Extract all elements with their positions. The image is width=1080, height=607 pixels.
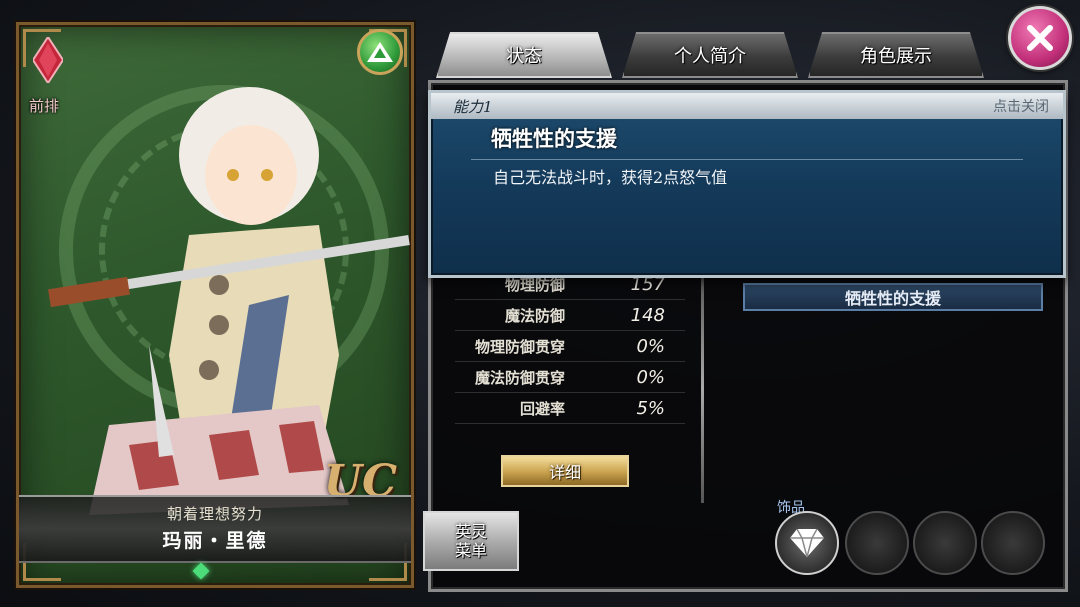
stat-value: 0% (636, 335, 665, 357)
tab-profile[interactable]: 个人简介 (622, 32, 798, 78)
stat-value: 5% (636, 397, 665, 419)
ability-popup[interactable]: 能力1 点击关闭 牺牲性的支援 自己无法战斗时，获得2点怒气值 (428, 90, 1066, 278)
stat-label: 回避率 (519, 399, 565, 418)
stat-label: 魔法防御贯穿 (474, 368, 565, 387)
position-label: 前排 (29, 97, 60, 115)
stat-label: 魔法防御 (504, 306, 565, 325)
stat-row: 回避率 5% (455, 393, 685, 424)
stat-row: 魔法防御贯穿 0% (455, 362, 685, 393)
stat-label: 物理防御贯穿 (474, 337, 565, 356)
stats-table: 物理防御 157 魔法防御 148 物理防御贯穿 0% 魔法防御贯穿 0% 回避… (455, 269, 685, 424)
red-gem-icon (33, 37, 63, 83)
accessory-slot-empty[interactable] (845, 511, 909, 575)
ability-label: 能力1 (453, 97, 493, 116)
accessory-slot-diamond[interactable] (775, 511, 839, 575)
ability-title: 牺牲性的支援 (491, 126, 617, 151)
divider (701, 273, 704, 503)
tab-status[interactable]: 状态 (436, 32, 612, 78)
tab-showcase[interactable]: 角色展示 (808, 32, 984, 78)
close-icon (1027, 25, 1053, 51)
popup-header: 能力1 点击关闭 (431, 93, 1063, 119)
character-card[interactable]: 前排 UC 朝着理想努力 玛丽・里德 (16, 22, 414, 588)
stat-value: 148 (630, 304, 665, 326)
hero-menu-label: 英灵 菜单 (454, 522, 487, 560)
stat-value: 0% (636, 366, 665, 388)
accessory-slot-empty[interactable] (913, 511, 977, 575)
tap-to-close-hint[interactable]: 点击关闭 (993, 96, 1049, 116)
skill-tag[interactable]: 牺牲性的支援 (743, 283, 1043, 311)
name-banner: 朝着理想努力 玛丽・里德 (19, 495, 411, 563)
stat-row: 魔法防御 148 (455, 300, 685, 331)
detail-button[interactable]: 详细 (501, 455, 629, 487)
close-button[interactable] (1008, 6, 1072, 70)
divider (471, 159, 1023, 160)
mountain-icon (357, 29, 403, 75)
character-name: 玛丽・里德 (162, 530, 268, 552)
stat-row: 物理防御贯穿 0% (455, 331, 685, 362)
diamond-icon (790, 529, 824, 557)
ability-description: 自己无法战斗时，获得2点怒气值 (493, 168, 728, 187)
hero-menu-button[interactable]: 英灵 菜单 (423, 511, 519, 571)
accessory-slot-empty[interactable] (981, 511, 1045, 575)
character-epithet: 朝着理想努力 (166, 505, 263, 523)
